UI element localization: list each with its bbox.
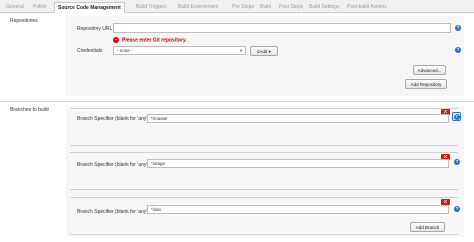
- branch-entry: [70, 152, 458, 190]
- branch-specifier-label: Branch Specifier (blank for 'any'): [77, 162, 149, 168]
- tab-polish[interactable]: Polish: [30, 2, 50, 13]
- add-repository-button[interactable]: Add Repository: [405, 79, 447, 89]
- advanced-button[interactable]: Advanced...: [413, 65, 446, 75]
- tab-build-environment[interactable]: Build Environment: [175, 2, 222, 13]
- branch-specifier-input[interactable]: */dev: [147, 205, 449, 214]
- tab-post-steps[interactable]: Post Steps: [276, 2, 306, 13]
- tab-bar: General Polish Source Code Management Bu…: [0, 0, 474, 13]
- chevron-down-icon: ▾: [268, 49, 271, 54]
- tab-build[interactable]: Build: [257, 2, 274, 13]
- tab-general[interactable]: General: [3, 2, 27, 13]
- tab-build-settings[interactable]: Build Settings: [306, 2, 343, 13]
- repository-url-input[interactable]: [113, 23, 451, 33]
- section-divider: [0, 101, 474, 102]
- repository-url-label: Repository URL: [77, 26, 113, 32]
- tab-build-triggers[interactable]: Build Triggers: [133, 2, 170, 13]
- repository-url-error: – Please enter Git repository.: [113, 37, 187, 44]
- branch-help-icon[interactable]: ?: [454, 159, 460, 165]
- repositories-section-label: Repositories: [10, 18, 38, 24]
- tab-pre-steps[interactable]: Pre Steps: [229, 2, 257, 13]
- branch-specifier-input[interactable]: */master: [147, 114, 449, 123]
- credentials-label: Credentials: [77, 48, 103, 54]
- branch-entry: [70, 197, 458, 235]
- credentials-select[interactable]: - none - ▼: [113, 46, 246, 55]
- tab-source-code-management[interactable]: Source Code Management: [54, 2, 125, 13]
- branch-specifier-label: Branch Specifier (blank for 'any'): [77, 209, 149, 215]
- credentials-help-icon[interactable]: ?: [455, 47, 461, 53]
- branches-section-label: Branches to build: [10, 107, 49, 113]
- branch-help-icon[interactable]: ?: [453, 113, 460, 120]
- repository-url-help-icon[interactable]: ?: [455, 25, 461, 31]
- chevron-down-icon: ▼: [239, 48, 243, 53]
- branch-specifier-label: Branch Specifier (blank for 'any'): [77, 116, 149, 122]
- tab-post-build-actions[interactable]: Post-build Actions: [344, 2, 390, 13]
- branch-help-icon[interactable]: ?: [454, 206, 460, 212]
- branch-specifier-input[interactable]: */stage: [147, 159, 449, 168]
- error-circle-icon: –: [113, 37, 119, 43]
- add-credentials-button[interactable]: ♯Add ▾: [250, 46, 278, 56]
- add-branch-button[interactable]: Add Branch: [410, 222, 445, 232]
